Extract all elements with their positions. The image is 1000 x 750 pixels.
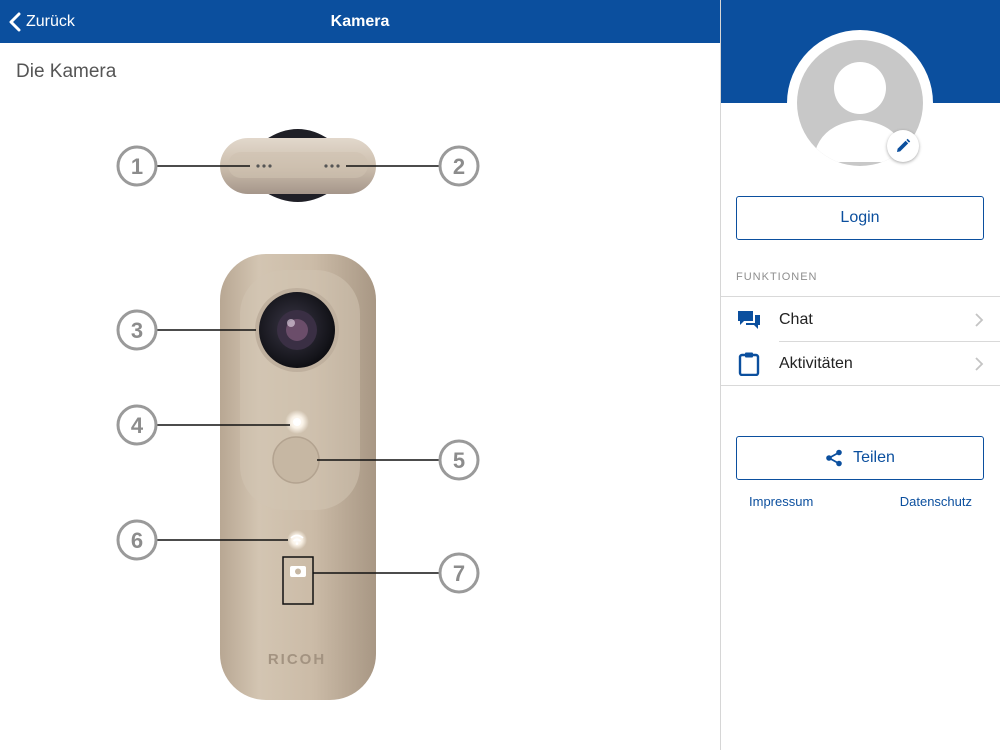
camera-diagram: RICOH 1 2 3 4 5 6 7	[116, 129, 480, 700]
pencil-icon	[897, 138, 911, 152]
menu-item-activities[interactable]: Aktivitäten	[721, 342, 1000, 386]
menu-item-chat-label: Chat	[779, 311, 813, 328]
callout-label-4: 4	[131, 413, 144, 438]
page-title: Kamera	[330, 13, 390, 30]
menu-item-chat[interactable]: Chat	[721, 298, 1000, 342]
share-icon	[826, 449, 842, 467]
callout-label-6: 6	[131, 528, 143, 553]
callout-label-2: 2	[453, 154, 465, 179]
login-button-label: Login	[840, 209, 880, 226]
back-button-label: Zurück	[26, 12, 75, 30]
camera-brand-logo: RICOH	[268, 651, 326, 668]
back-button[interactable]: Zurück	[8, 0, 75, 43]
sidebar: Login FUNKTIONEN Chat Aktivitäten Teilen…	[721, 0, 1000, 750]
clipboard-icon	[737, 352, 761, 376]
callout-label-3: 3	[131, 318, 143, 343]
camera-body	[220, 254, 376, 700]
functions-section-header: FUNKTIONEN	[736, 271, 818, 283]
chevron-right-icon	[975, 313, 984, 327]
callout-label-1: 1	[131, 154, 143, 179]
menu-separator-bottom	[721, 385, 1000, 386]
edit-profile-button[interactable]	[887, 130, 919, 162]
chevron-left-icon	[9, 12, 21, 31]
callout-label-5: 5	[453, 448, 465, 473]
privacy-link[interactable]: Datenschutz	[900, 494, 972, 509]
imprint-link[interactable]: Impressum	[749, 494, 813, 509]
callout-label-7: 7	[453, 561, 465, 586]
navigation-bar: Zurück Kamera	[0, 0, 720, 43]
menu-separator-top	[721, 296, 1000, 297]
login-button[interactable]: Login	[736, 196, 984, 240]
chevron-right-icon	[975, 357, 984, 371]
main-pane: Zurück Kamera Die Kamera RICOH 1 2 3 4 5…	[0, 0, 720, 750]
section-title: Die Kamera	[16, 61, 117, 82]
menu-item-activities-label: Aktivitäten	[779, 355, 853, 372]
chat-icon	[737, 308, 761, 332]
share-button[interactable]: Teilen	[736, 436, 984, 480]
share-button-label: Teilen	[853, 449, 895, 466]
